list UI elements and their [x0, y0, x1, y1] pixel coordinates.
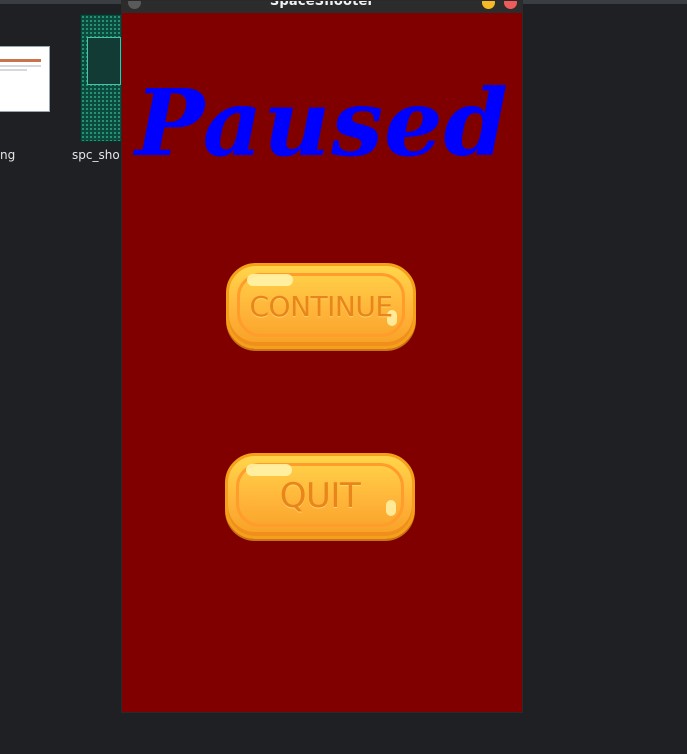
- game-window: SpaceShooter Paused CONTINUE QUIT: [121, 0, 523, 713]
- file-thumbnail: [0, 46, 50, 112]
- paused-title: Paused: [135, 69, 509, 177]
- file-thumbnail: [80, 14, 124, 142]
- window-titlebar[interactable]: SpaceShooter: [122, 1, 522, 13]
- continue-button[interactable]: CONTINUE: [226, 263, 416, 349]
- quit-button-label: QUIT: [279, 476, 361, 516]
- continue-button-label: CONTINUE: [249, 289, 393, 323]
- window-title: SpaceShooter: [269, 0, 375, 9]
- desktop: ng spc_sho SpaceShooter Paused CONTINUE …: [0, 0, 687, 754]
- quit-button[interactable]: QUIT: [225, 453, 415, 539]
- desktop-file-label: ng: [0, 148, 16, 162]
- desktop-file-label: spc_sho: [72, 148, 120, 162]
